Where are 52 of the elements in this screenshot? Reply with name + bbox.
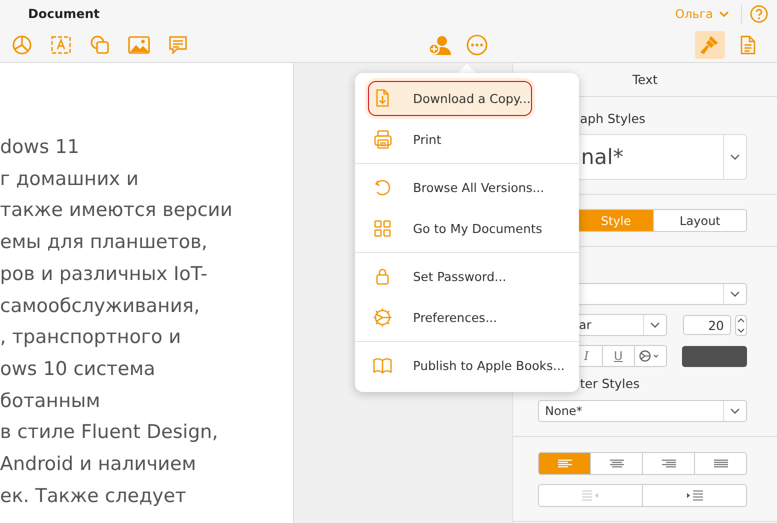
grid-icon: [372, 218, 393, 239]
document-text-line: dows 11: [0, 135, 80, 160]
document-text-line: также имеются версии: [0, 198, 234, 224]
format-brush-button[interactable]: [695, 30, 725, 58]
help-icon[interactable]: [750, 4, 768, 22]
image-icon[interactable]: [128, 36, 150, 54]
indent-icon: [686, 490, 704, 502]
document-text-line: емы для планшетов,: [0, 230, 208, 256]
stepper-icon[interactable]: [735, 314, 747, 336]
chevron-down-icon: [719, 10, 729, 18]
document-text-line: ров и различных IoT-: [0, 262, 208, 287]
text-box-icon[interactable]: [50, 34, 72, 54]
document-text-line: г домашних и: [0, 166, 140, 192]
comment-icon[interactable]: [168, 34, 188, 54]
text-color-well[interactable]: [682, 346, 747, 366]
text-options-button[interactable]: [634, 346, 666, 366]
align-icon: [662, 458, 676, 468]
menu-item[interactable]: Download a Copy...: [365, 78, 535, 119]
section-label: aph Styles: [579, 111, 646, 126]
brush-icon: [700, 34, 720, 56]
book-icon: [372, 355, 393, 376]
alignment-button[interactable]: [694, 453, 746, 474]
window-title: Document: [28, 6, 101, 21]
document-text-line: самообслуживания,: [0, 294, 201, 319]
history-icon: [372, 177, 393, 198]
section-label: ter Styles: [579, 376, 641, 391]
document-icon: [740, 34, 756, 54]
menu-item[interactable]: Set Password...: [355, 256, 579, 297]
more-icon[interactable]: [466, 34, 488, 56]
document-text-line: ботанным: [0, 388, 102, 414]
character-style-select[interactable]: None*: [538, 400, 747, 422]
outdent-icon: [582, 490, 600, 502]
alignment-button[interactable]: [539, 453, 590, 474]
document-text-line: ows 10 система: [0, 356, 156, 382]
chart-icon[interactable]: [12, 34, 32, 54]
align-icon: [558, 458, 572, 468]
inspector-tab[interactable]: Layout: [653, 210, 746, 231]
printer-icon: [372, 129, 393, 150]
add-person-icon[interactable]: [428, 34, 452, 56]
chevron-down-icon: [730, 408, 740, 414]
align-icon: [610, 458, 624, 468]
chevron-down-icon: [730, 291, 740, 297]
increase-indent-button[interactable]: [642, 485, 746, 506]
align-icon: [714, 458, 728, 468]
document-text-line: ек. Также следует: [0, 484, 188, 509]
shapes-icon[interactable]: [90, 34, 110, 54]
document-text-line: в стиле Fluent Design,: [0, 420, 220, 446]
document-text-line: Android и наличием: [0, 452, 198, 478]
chevron-down-icon: [650, 322, 660, 328]
document-text-line: , транспортного и: [0, 325, 182, 350]
chevron-down-icon: [730, 154, 740, 160]
font-size-field[interactable]: 20: [683, 315, 731, 335]
